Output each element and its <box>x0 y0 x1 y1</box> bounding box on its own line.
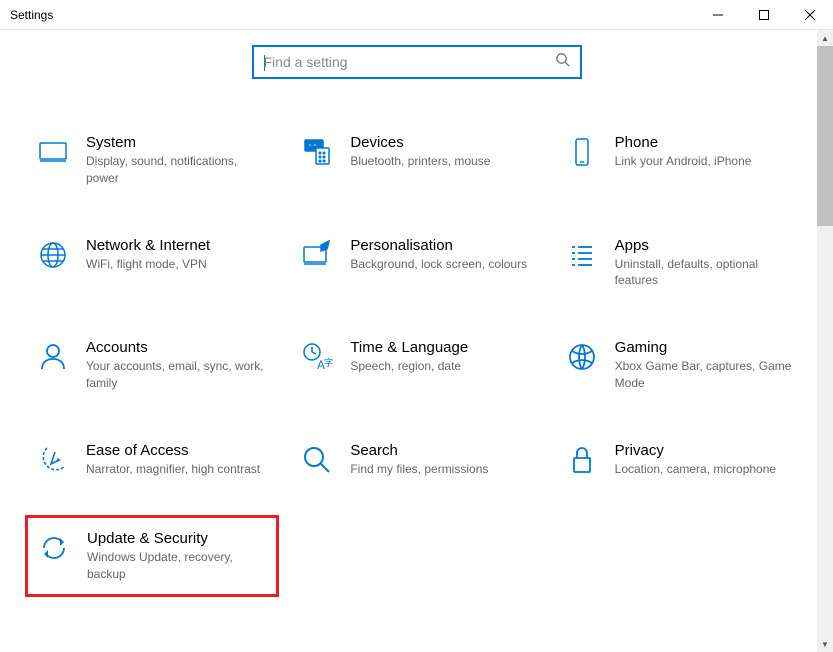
tile-text: Update & Security Windows Update, recove… <box>87 530 268 583</box>
time-language-icon: A字 <box>299 339 335 375</box>
tile-desc: Your accounts, email, sync, work, family <box>86 358 269 392</box>
search-container <box>30 45 803 79</box>
tile-desc: Windows Update, recovery, backup <box>87 549 268 583</box>
tile-gaming[interactable]: Gaming Xbox Game Bar, captures, Game Mod… <box>559 334 803 397</box>
close-icon <box>805 10 815 20</box>
tile-desc: Speech, region, date <box>350 358 533 375</box>
tile-text: Gaming Xbox Game Bar, captures, Game Mod… <box>615 339 798 392</box>
tile-search[interactable]: Search Find my files, permissions <box>294 437 538 483</box>
tile-desc: Uninstall, defaults, optional features <box>615 256 798 290</box>
tile-title: Accounts <box>86 339 269 356</box>
tile-desc: Bluetooth, printers, mouse <box>350 153 533 170</box>
sync-icon <box>36 530 72 566</box>
scroll-up-arrow[interactable]: ▲ <box>817 30 833 46</box>
maximize-button[interactable] <box>741 0 787 30</box>
tile-text: Privacy Location, camera, microphone <box>615 442 798 478</box>
window-controls <box>695 0 833 30</box>
tile-devices[interactable]: Devices Bluetooth, printers, mouse <box>294 129 538 192</box>
phone-icon <box>564 134 600 170</box>
tile-title: System <box>86 134 269 151</box>
tile-title: Apps <box>615 237 798 254</box>
tile-text: Accounts Your accounts, email, sync, wor… <box>86 339 269 392</box>
minimize-button[interactable] <box>695 0 741 30</box>
minimize-icon <box>713 10 723 20</box>
settings-grid: System Display, sound, notifications, po… <box>30 129 803 589</box>
accessibility-icon <box>35 442 71 478</box>
tile-text: Personalisation Background, lock screen,… <box>350 237 533 290</box>
tile-title: Search <box>350 442 533 459</box>
tile-network[interactable]: Network & Internet WiFi, flight mode, VP… <box>30 232 274 295</box>
maximize-icon <box>759 10 769 20</box>
content-area: System Display, sound, notifications, po… <box>0 30 833 652</box>
tile-personalisation[interactable]: Personalisation Background, lock screen,… <box>294 232 538 295</box>
devices-icon <box>299 134 335 170</box>
tile-title: Time & Language <box>350 339 533 356</box>
tile-desc: Display, sound, notifications, power <box>86 153 269 187</box>
scroll-down-arrow[interactable]: ▼ <box>817 636 833 652</box>
search-box[interactable] <box>252 45 582 79</box>
tile-system[interactable]: System Display, sound, notifications, po… <box>30 129 274 192</box>
tile-title: Network & Internet <box>86 237 269 254</box>
tile-text: Search Find my files, permissions <box>350 442 533 478</box>
tile-title: Phone <box>615 134 798 151</box>
system-icon <box>35 134 71 170</box>
gaming-icon <box>564 339 600 375</box>
tile-desc: Location, camera, microphone <box>615 461 798 478</box>
window-title: Settings <box>10 8 53 22</box>
tile-desc: WiFi, flight mode, VPN <box>86 256 269 273</box>
tile-text: Devices Bluetooth, printers, mouse <box>350 134 533 187</box>
tile-text: Ease of Access Narrator, magnifier, high… <box>86 442 269 478</box>
tile-title: Personalisation <box>350 237 533 254</box>
tile-accounts[interactable]: Accounts Your accounts, email, sync, wor… <box>30 334 274 397</box>
tile-title: Privacy <box>615 442 798 459</box>
scrollbar-thumb[interactable] <box>817 46 833 226</box>
tile-title: Ease of Access <box>86 442 269 459</box>
tile-text: Time & Language Speech, region, date <box>350 339 533 392</box>
lock-icon <box>564 442 600 478</box>
tile-text: Network & Internet WiFi, flight mode, VP… <box>86 237 269 290</box>
tile-desc: Background, lock screen, colours <box>350 256 533 273</box>
tile-desc: Link your Android, iPhone <box>615 153 798 170</box>
svg-text:字: 字 <box>324 357 333 368</box>
magnifier-icon <box>299 442 335 478</box>
tile-privacy[interactable]: Privacy Location, camera, microphone <box>559 437 803 483</box>
tile-title: Update & Security <box>87 530 268 547</box>
close-button[interactable] <box>787 0 833 30</box>
tile-ease-of-access[interactable]: Ease of Access Narrator, magnifier, high… <box>30 437 274 483</box>
tile-apps[interactable]: Apps Uninstall, defaults, optional featu… <box>559 232 803 295</box>
tile-phone[interactable]: Phone Link your Android, iPhone <box>559 129 803 192</box>
tile-time-language[interactable]: A字 Time & Language Speech, region, date <box>294 334 538 397</box>
search-icon <box>555 52 570 72</box>
tile-desc: Narrator, magnifier, high contrast <box>86 461 269 478</box>
apps-icon <box>564 237 600 273</box>
tile-text: Apps Uninstall, defaults, optional featu… <box>615 237 798 290</box>
tile-text: Phone Link your Android, iPhone <box>615 134 798 187</box>
tile-update-security[interactable]: Update & Security Windows Update, recove… <box>25 515 279 598</box>
person-icon <box>35 339 71 375</box>
tile-text: System Display, sound, notifications, po… <box>86 134 269 187</box>
tile-desc: Find my files, permissions <box>350 461 533 478</box>
titlebar: Settings <box>0 0 833 30</box>
text-caret <box>264 55 265 71</box>
tile-title: Devices <box>350 134 533 151</box>
scrollbar[interactable]: ▲ ▼ <box>817 30 833 652</box>
globe-icon <box>35 237 71 273</box>
paintbrush-icon <box>299 237 335 273</box>
search-input[interactable] <box>264 54 555 70</box>
tile-desc: Xbox Game Bar, captures, Game Mode <box>615 358 798 392</box>
tile-title: Gaming <box>615 339 798 356</box>
